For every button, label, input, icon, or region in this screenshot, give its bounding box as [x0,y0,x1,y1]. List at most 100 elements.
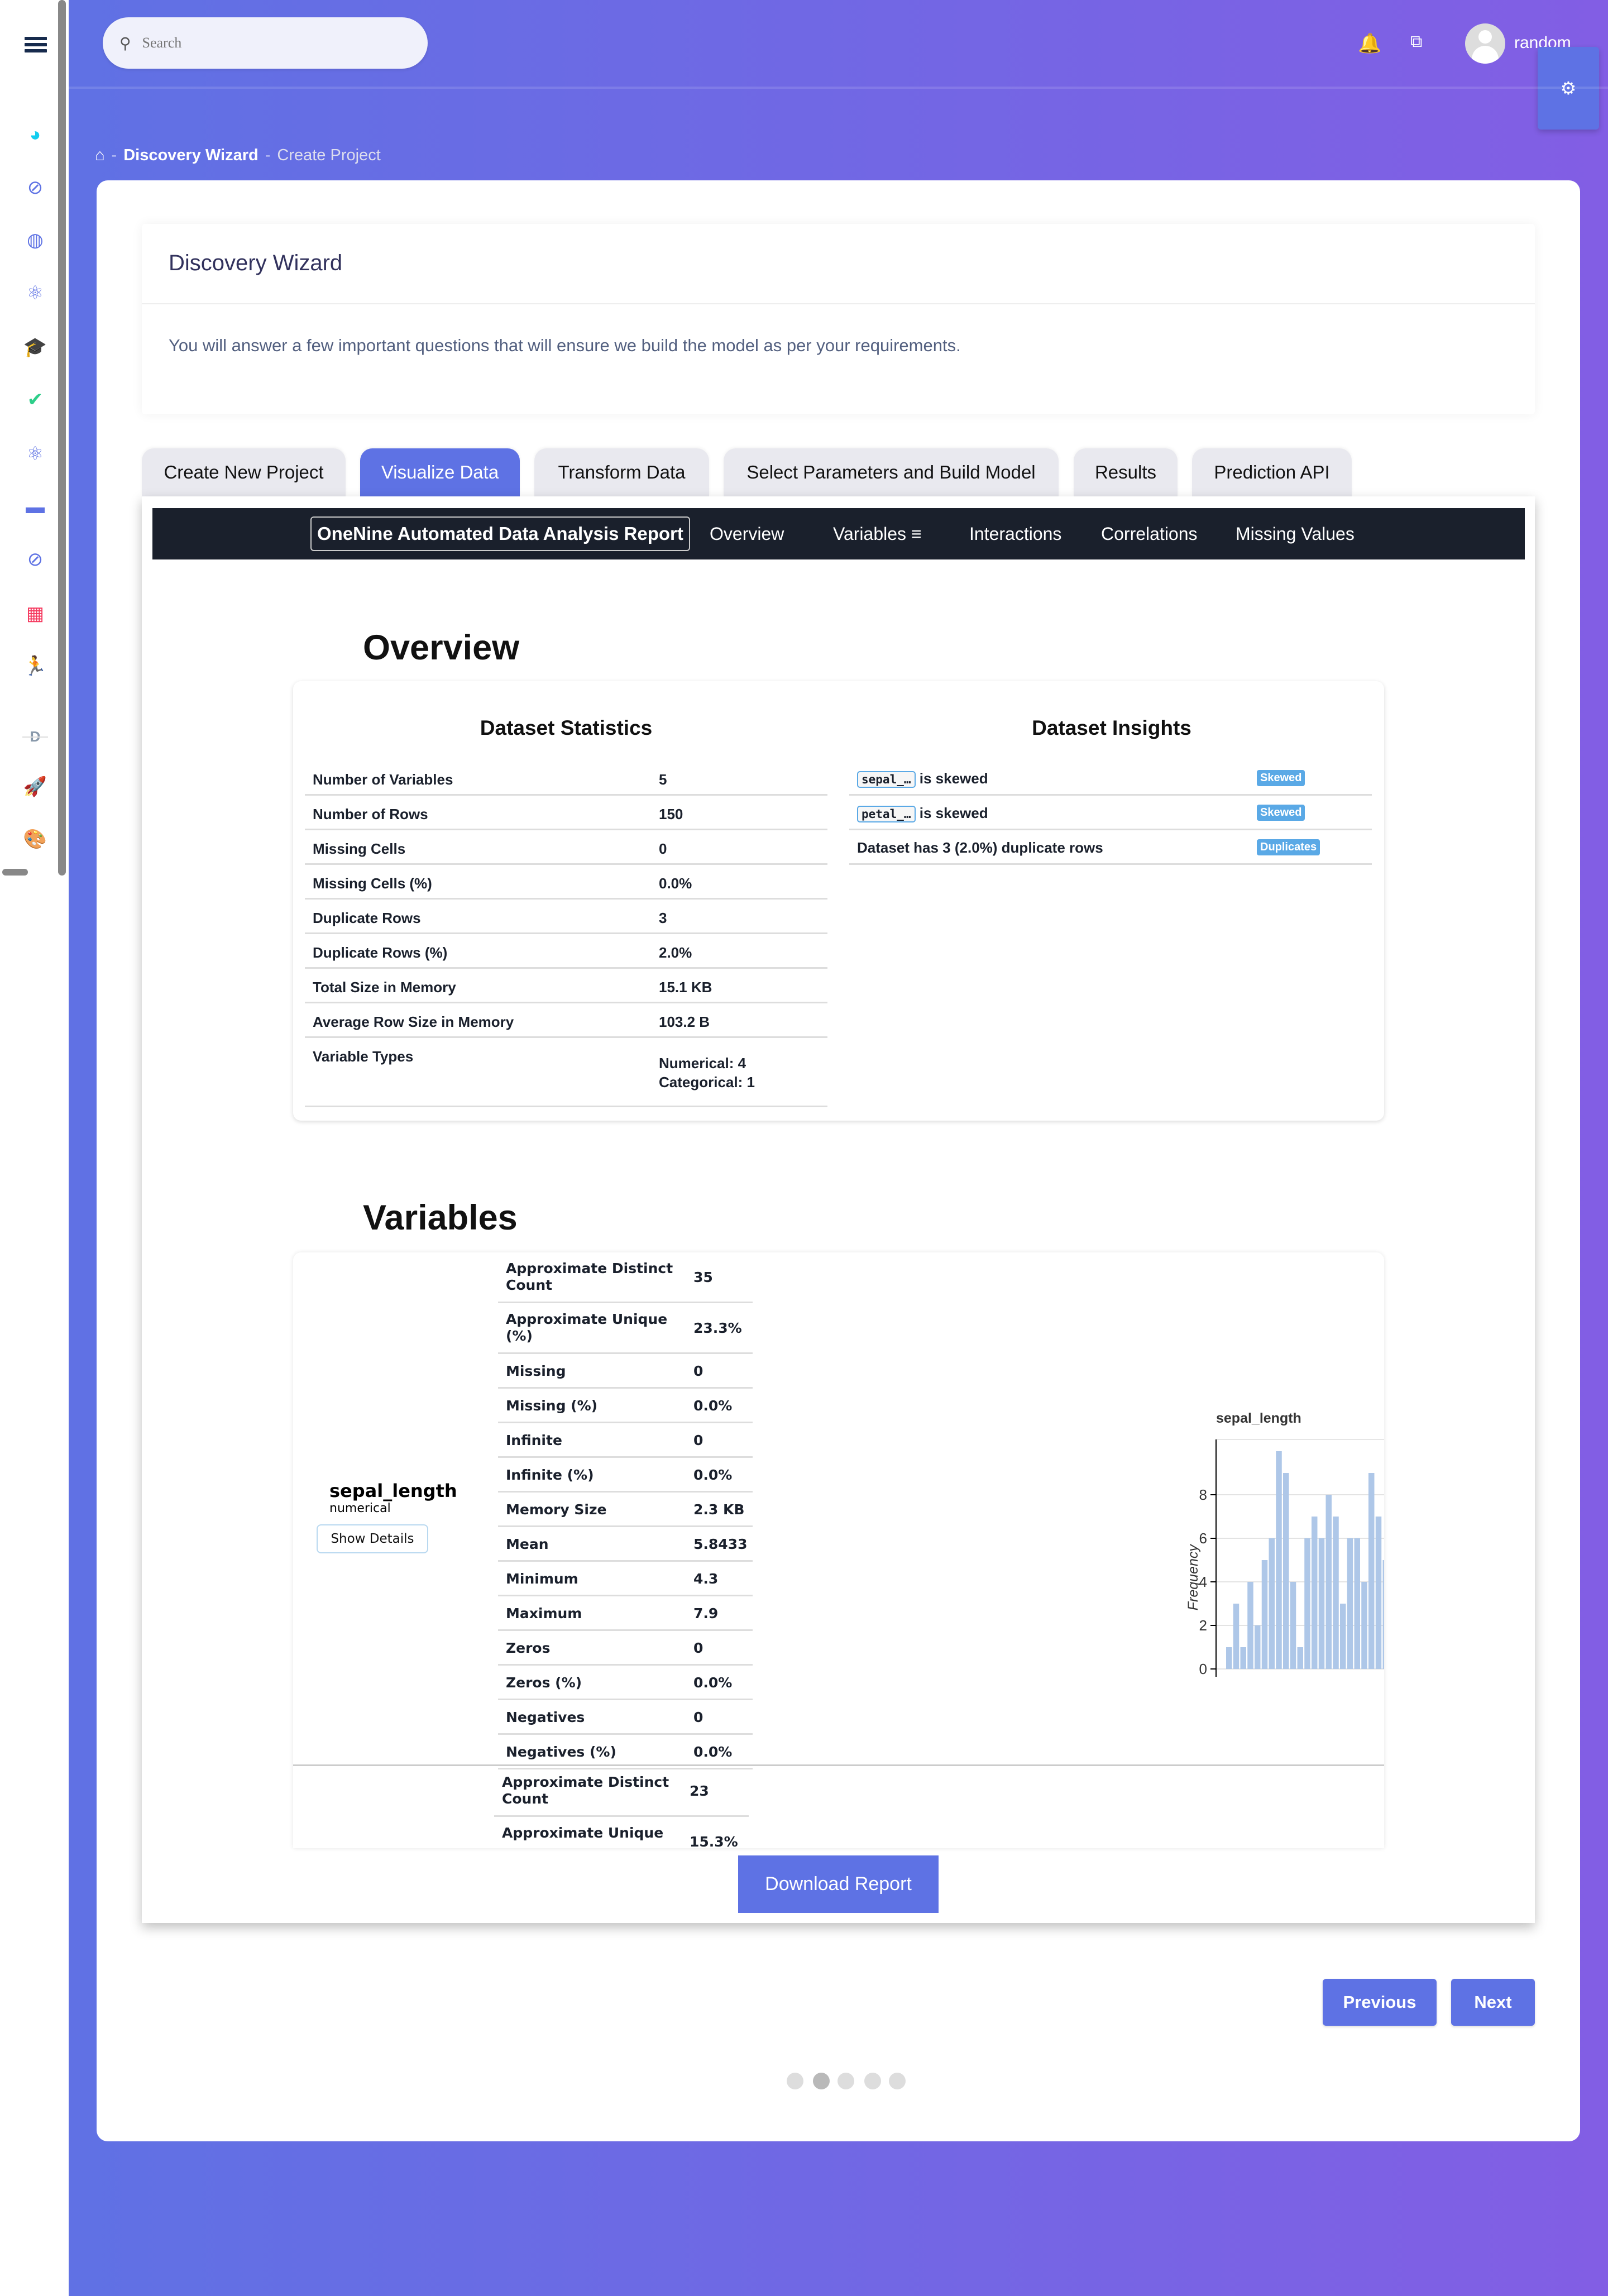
step-dot[interactable] [864,2073,881,2089]
step-dot[interactable] [787,2073,803,2089]
header-divider [69,87,1608,89]
histogram-bar[interactable] [1233,1604,1240,1669]
insight-badge: Skewed [1257,770,1305,786]
stat-row: Variable Types Numerical: 4 Categorical: 1 [305,1038,827,1107]
next-button[interactable]: Next [1451,1979,1535,2026]
variable-stat-value: 0.0% [693,1467,733,1483]
stat-value: 150 [659,806,683,822]
compass-2-icon[interactable]: ⊘ [22,548,48,571]
check-icon[interactable]: ✔ [22,389,48,411]
variable-stat-row: Memory Size 2.3 KB [498,1493,753,1527]
palette-icon[interactable]: 🎨 [22,828,48,850]
variable-stat-label: Missing [506,1363,566,1379]
histogram-bar[interactable] [1312,1517,1318,1669]
sidebar: ◕⊘◍⚛🎓✔⚛▬⊘▦🏃D🚀🎨 [0,0,69,2296]
tab-transform-data[interactable]: Transform Data [534,448,709,496]
insight-badge: Skewed [1257,805,1305,821]
search-bar[interactable]: ⚲ [103,17,428,69]
histogram-bar[interactable] [1333,1517,1339,1669]
variable-stat-value: 0.0% [693,1744,733,1760]
histogram-bar[interactable] [1290,1582,1296,1669]
stat-label: Duplicate Rows (%) [313,944,448,961]
avatar[interactable] [1465,23,1505,64]
report-brand[interactable]: OneNine Automated Data Analysis Report [310,516,690,551]
histogram-bar[interactable] [1276,1451,1282,1669]
histogram-bar[interactable] [1261,1560,1268,1669]
overview-heading: Overview [363,628,520,667]
histogram-bar[interactable] [1382,1560,1385,1669]
atom-outline-icon[interactable]: ⚛ [22,443,48,465]
stat-label: Duplicate Rows [313,910,421,926]
variable-stat-value: 7.9 [693,1605,719,1621]
nav-variables[interactable]: Variables ≡ [833,508,922,559]
histogram-bar[interactable] [1255,1625,1261,1669]
histogram-bar[interactable] [1361,1582,1367,1669]
nav-missing-values[interactable]: Missing Values [1236,508,1355,559]
folder-icon[interactable]: ▬ [22,496,48,518]
rocket-icon[interactable]: 🚀 [22,776,48,798]
variable-stat-row: Maximum 7.9 [498,1596,753,1631]
insight-row: Dataset has 3 (2.0%) duplicate rows Dupli… [849,830,1372,865]
variable-code[interactable]: sepal_… [857,771,916,788]
histogram-bar[interactable] [1226,1647,1232,1669]
variable-stat-label: Approximate Unique (%) [506,1311,668,1344]
atom-icon[interactable]: ⚛ [22,282,48,304]
planet-icon[interactable]: ◍ [22,229,48,251]
variable-stat-label: Approximate Distinct Count [502,1774,669,1807]
variable-stat-label: Zeros (%) [506,1675,582,1691]
histogram-bar[interactable] [1325,1495,1332,1669]
nav-interactions[interactable]: Interactions [969,508,1061,559]
variable-stat-label: Infinite [506,1432,562,1448]
bell-icon[interactable]: 🔔 [1358,32,1381,55]
menu-icon[interactable] [25,37,47,52]
download-report-button[interactable]: Download Report [738,1855,939,1913]
insight-row: petal_… is skewed Skewed [849,796,1372,830]
step-dot[interactable] [889,2073,906,2089]
tab-visualize-data[interactable]: Visualize Data [360,448,520,496]
home-icon[interactable]: ⌂ [95,146,105,165]
tab-prediction-api[interactable]: Prediction API [1192,448,1352,496]
sidebar-horizontal-scrollbar[interactable] [2,869,28,876]
copy-icon[interactable]: ⧉ [1410,32,1422,51]
histogram-bar[interactable] [1297,1647,1304,1669]
tab-select-parameters[interactable]: Select Parameters and Build Model [724,448,1059,496]
insight-text-wrap: petal_… is skewed [857,805,988,822]
breadcrumb-discovery-wizard[interactable]: Discovery Wizard [123,146,259,165]
histogram-bar[interactable] [1247,1582,1253,1669]
variable-stat-row: Approximate Unique (%) 23.3% [498,1303,753,1354]
calendar-icon[interactable]: ▦ [22,602,48,625]
previous-button[interactable]: Previous [1323,1979,1437,2026]
histogram-bar[interactable] [1375,1517,1382,1669]
tab-create-new-project[interactable]: Create New Project [142,448,346,496]
intro-description: You will answer a few important question… [169,336,961,355]
histogram-bar[interactable] [1340,1604,1346,1669]
nav-overview[interactable]: Overview [710,508,784,559]
chart-title: sepal_length [1216,1410,1301,1426]
histogram-bar[interactable] [1318,1538,1325,1669]
histogram-bar[interactable] [1354,1538,1361,1669]
stat-value: 3 [659,910,667,926]
show-details-button[interactable]: Show Details [317,1524,428,1553]
pie-chart-icon[interactable]: ◕ [22,123,48,146]
variable-code[interactable]: petal_… [857,806,916,822]
tab-results[interactable]: Results [1074,448,1178,496]
variable-stat-value: 4.3 [693,1571,719,1587]
nav-correlations[interactable]: Correlations [1101,508,1198,559]
histogram-bar[interactable] [1347,1538,1353,1669]
histogram-bar[interactable] [1368,1473,1375,1669]
graduation-cap-icon[interactable]: 🎓 [22,336,48,358]
search-input[interactable] [142,35,388,51]
step-dot[interactable] [838,2073,854,2089]
histogram-bar[interactable] [1269,1538,1275,1669]
running-icon[interactable]: 🏃 [22,655,48,677]
histogram-bar[interactable] [1304,1538,1310,1669]
step-dot[interactable] [813,2073,830,2089]
histogram-bar[interactable] [1283,1473,1289,1669]
sidebar-scrollbar[interactable] [58,0,66,876]
histogram-bar[interactable] [1240,1647,1247,1669]
variable-stat-row: Missing (%) 0.0% [498,1389,753,1423]
variable-stat-row: Infinite 0 [498,1423,753,1458]
stat-row: Average Row Size in Memory 103.2 B [305,1003,827,1038]
compass-icon[interactable]: ⊘ [22,176,48,199]
breadcrumb-separator: - [111,146,117,164]
